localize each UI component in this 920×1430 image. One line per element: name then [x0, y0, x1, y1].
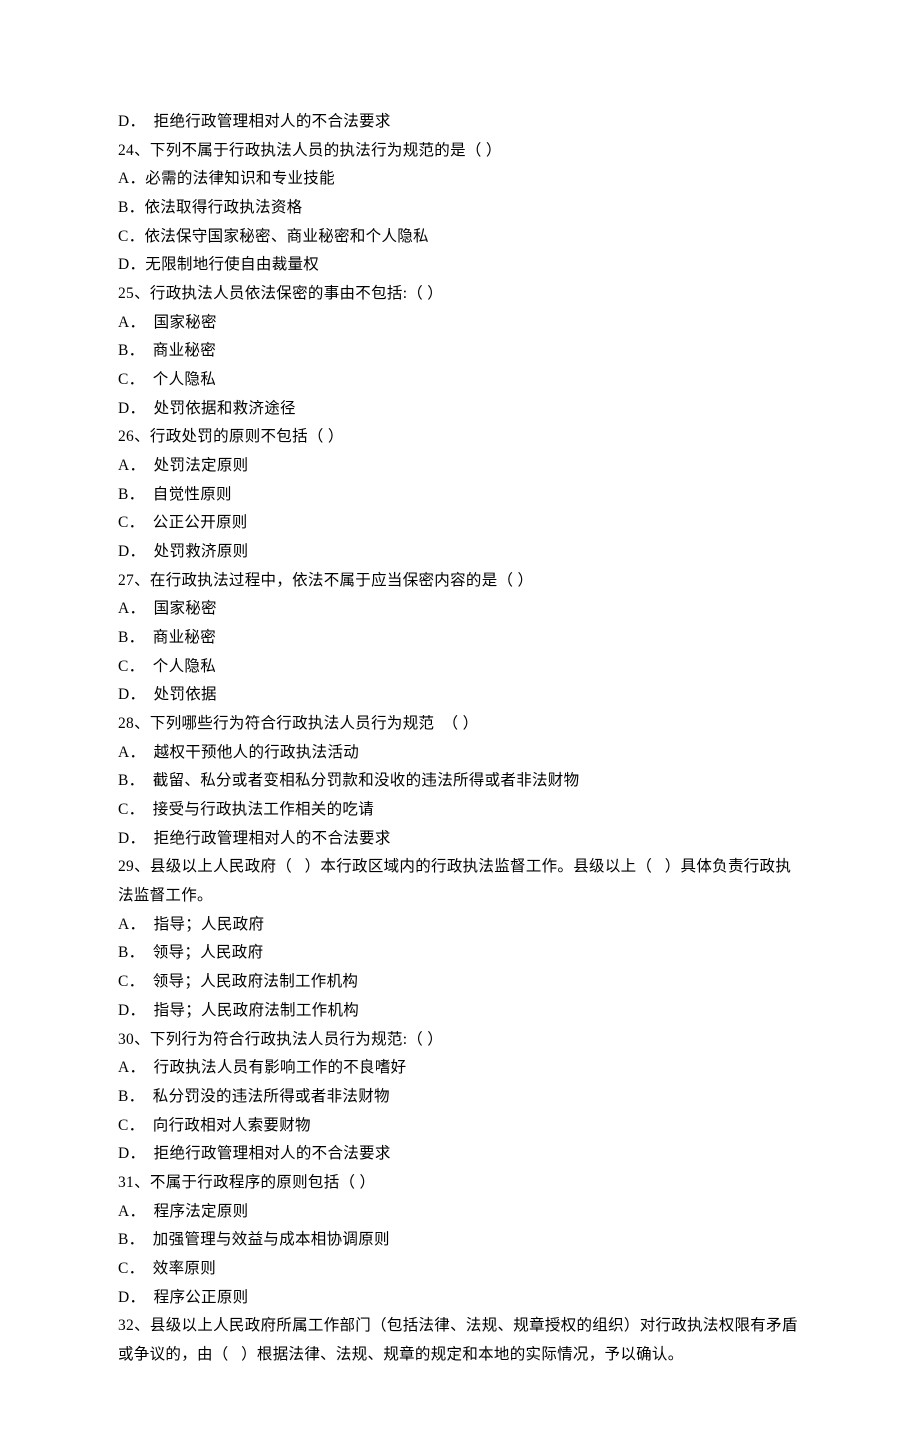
text-line: A． 处罚法定原则	[118, 452, 802, 481]
text-line: 31、不属于行政程序的原则包括（ ）	[118, 1169, 802, 1198]
text-line: B． 私分罚没的违法所得或者非法财物	[118, 1083, 802, 1112]
text-line: 26、行政处罚的原则不包括（ ）	[118, 423, 802, 452]
text-line: B． 加强管理与效益与成本相协调原则	[118, 1226, 802, 1255]
text-line: D．无限制地行使自由裁量权	[118, 251, 802, 280]
text-line: C．依法保守国家秘密、商业秘密和个人隐私	[118, 223, 802, 252]
text-line: D． 指导；人民政府法制工作机构	[118, 997, 802, 1026]
text-line: A． 指导；人民政府	[118, 911, 802, 940]
text-line: A． 越权干预他人的行政执法活动	[118, 739, 802, 768]
text-line: B． 截留、私分或者变相私分罚款和没收的违法所得或者非法财物	[118, 767, 802, 796]
text-line: 32、县级以上人民政府所属工作部门（包括法律、法规、规章授权的组织）对行政执法权…	[118, 1312, 802, 1369]
text-line: 27、在行政执法过程中，依法不属于应当保密内容的是（ ）	[118, 567, 802, 596]
text-line: D． 处罚依据和救济途径	[118, 395, 802, 424]
text-line: A． 程序法定原则	[118, 1198, 802, 1227]
text-line: C． 个人隐私	[118, 653, 802, 682]
text-line: D． 程序公正原则	[118, 1284, 802, 1313]
text-line: C． 领导；人民政府法制工作机构	[118, 968, 802, 997]
text-line: D． 拒绝行政管理相对人的不合法要求	[118, 108, 802, 137]
text-line: A．必需的法律知识和专业技能	[118, 165, 802, 194]
text-line: 28、下列哪些行为符合行政执法人员行为规范 （ ）	[118, 710, 802, 739]
text-line: 30、下列行为符合行政执法人员行为规范:（ ）	[118, 1026, 802, 1055]
text-line: B． 商业秘密	[118, 337, 802, 366]
text-line: 25、行政执法人员依法保密的事由不包括:（ ）	[118, 280, 802, 309]
text-line: 29、县级以上人民政府（ ）本行政区域内的行政执法监督工作。县级以上（ ）具体负…	[118, 853, 802, 910]
text-line: D． 拒绝行政管理相对人的不合法要求	[118, 1140, 802, 1169]
text-line: 24、下列不属于行政执法人员的执法行为规范的是（ ）	[118, 137, 802, 166]
text-line: C． 个人隐私	[118, 366, 802, 395]
text-line: C． 效率原则	[118, 1255, 802, 1284]
text-line: D． 拒绝行政管理相对人的不合法要求	[118, 825, 802, 854]
document-page: D． 拒绝行政管理相对人的不合法要求24、下列不属于行政执法人员的执法行为规范的…	[0, 0, 920, 1430]
text-line: B． 商业秘密	[118, 624, 802, 653]
text-line: D． 处罚依据	[118, 681, 802, 710]
text-line: B．依法取得行政执法资格	[118, 194, 802, 223]
text-line: B． 领导；人民政府	[118, 939, 802, 968]
text-line: A． 行政执法人员有影响工作的不良嗜好	[118, 1054, 802, 1083]
text-line: C． 接受与行政执法工作相关的吃请	[118, 796, 802, 825]
text-line: A． 国家秘密	[118, 309, 802, 338]
document-content: D． 拒绝行政管理相对人的不合法要求24、下列不属于行政执法人员的执法行为规范的…	[118, 108, 802, 1370]
text-line: C． 公正公开原则	[118, 509, 802, 538]
text-line: D． 处罚救济原则	[118, 538, 802, 567]
text-line: B． 自觉性原则	[118, 481, 802, 510]
text-line: A． 国家秘密	[118, 595, 802, 624]
text-line: C． 向行政相对人索要财物	[118, 1112, 802, 1141]
